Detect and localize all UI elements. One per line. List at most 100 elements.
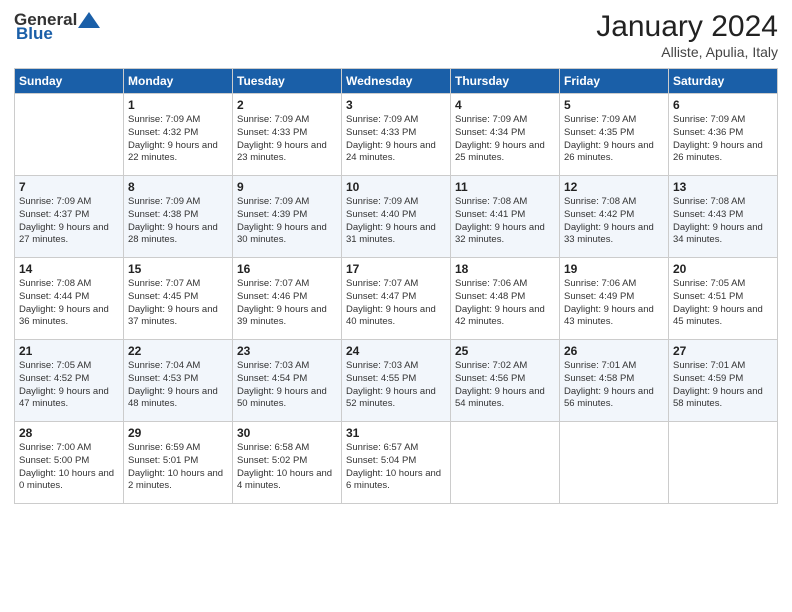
calendar-cell: 21Sunrise: 7:05 AMSunset: 4:52 PMDayligh… (15, 340, 124, 422)
logo-blue: Blue (16, 24, 53, 44)
title-area: January 2024 Alliste, Apulia, Italy (596, 10, 778, 60)
header: General Blue January 2024 Alliste, Apuli… (14, 10, 778, 60)
calendar-cell: 5Sunrise: 7:09 AMSunset: 4:35 PMDaylight… (560, 94, 669, 176)
cell-date: 6 (673, 98, 773, 112)
cell-info: Sunrise: 7:09 AMSunset: 4:33 PMDaylight:… (346, 114, 446, 165)
calendar-cell: 15Sunrise: 7:07 AMSunset: 4:45 PMDayligh… (124, 258, 233, 340)
calendar-cell: 27 Sunrise: 7:01 AMSunset: 4:59 PMDayligh… (669, 340, 778, 422)
cell-info: Sunrise: 7:01 AMSunset: 4:59 PMDaylight:… (673, 360, 773, 411)
cell-info: Sunrise: 6:59 AMSunset: 5:01 PMDaylight:… (128, 442, 228, 493)
cell-info: Sunrise: 7:09 AMSunset: 4:33 PMDaylight:… (237, 114, 337, 165)
cell-info: Sunrise: 7:01 AMSunset: 4:58 PMDaylight:… (564, 360, 664, 411)
cell-info: Sunrise: 7:08 AMSunset: 4:43 PMDaylight:… (673, 196, 773, 247)
cell-date: 8 (128, 180, 228, 194)
cell-date: 23 (237, 344, 337, 358)
calendar-cell: 14 Sunrise: 7:08 AMSunset: 4:44 PMDayligh… (15, 258, 124, 340)
cell-date: 5 (564, 98, 664, 112)
cell-info: Sunrise: 7:05 AMSunset: 4:51 PMDaylight:… (673, 278, 773, 329)
calendar-cell: 6Sunrise: 7:09 AMSunset: 4:36 PMDaylight… (669, 94, 778, 176)
cell-info: Sunrise: 7:07 AMSunset: 4:46 PMDaylight:… (237, 278, 337, 329)
calendar-cell: 3 Sunrise: 7:09 AMSunset: 4:33 PMDaylight… (342, 94, 451, 176)
cell-info: Sunrise: 7:09 AMSunset: 4:38 PMDaylight:… (128, 196, 228, 247)
cell-date: 3 (346, 98, 446, 112)
month-title: January 2024 (596, 10, 778, 44)
cell-date: 29 (128, 426, 228, 440)
calendar-cell: 7 Sunrise: 7:09 AMSunset: 4:37 PMDaylight… (15, 176, 124, 258)
cell-info: Sunrise: 7:08 AMSunset: 4:42 PMDaylight:… (564, 196, 664, 247)
week-row-1: 1 Sunrise: 7:09 AMSunset: 4:32 PMDaylight… (15, 94, 778, 176)
cell-info: Sunrise: 7:05 AMSunset: 4:52 PMDaylight:… (19, 360, 119, 411)
calendar-cell: 22Sunrise: 7:04 AMSunset: 4:53 PMDayligh… (124, 340, 233, 422)
week-row-2: 7 Sunrise: 7:09 AMSunset: 4:37 PMDaylight… (15, 176, 778, 258)
calendar-cell: 12 Sunrise: 7:08 AMSunset: 4:42 PMDayligh… (560, 176, 669, 258)
day-header-wednesday: Wednesday (342, 69, 451, 94)
day-header-thursday: Thursday (451, 69, 560, 94)
cell-info: Sunrise: 6:57 AMSunset: 5:04 PMDaylight:… (346, 442, 446, 493)
calendar-cell: 23 Sunrise: 7:03 AMSunset: 4:54 PMDayligh… (233, 340, 342, 422)
calendar-table: SundayMondayTuesdayWednesdayThursdayFrid… (14, 68, 778, 504)
cell-info: Sunrise: 7:09 AMSunset: 4:32 PMDaylight:… (128, 114, 228, 165)
cell-date: 31 (346, 426, 446, 440)
calendar-cell: 9 Sunrise: 7:09 AMSunset: 4:39 PMDaylight… (233, 176, 342, 258)
calendar-cell: 29 Sunrise: 6:59 AMSunset: 5:01 PMDayligh… (124, 422, 233, 504)
calendar-cell: 17Sunrise: 7:07 AMSunset: 4:47 PMDayligh… (342, 258, 451, 340)
cell-date: 22 (128, 344, 228, 358)
cell-date: 11 (455, 180, 555, 194)
calendar-cell: 13 Sunrise: 7:08 AMSunset: 4:43 PMDayligh… (669, 176, 778, 258)
day-header-friday: Friday (560, 69, 669, 94)
header-row: SundayMondayTuesdayWednesdayThursdayFrid… (15, 69, 778, 94)
cell-date: 27 (673, 344, 773, 358)
cell-date: 25 (455, 344, 555, 358)
calendar-cell: 20Sunrise: 7:05 AMSunset: 4:51 PMDayligh… (669, 258, 778, 340)
cell-info: Sunrise: 7:06 AMSunset: 4:49 PMDaylight:… (564, 278, 664, 329)
calendar-cell (451, 422, 560, 504)
calendar-cell (560, 422, 669, 504)
cell-info: Sunrise: 7:06 AMSunset: 4:48 PMDaylight:… (455, 278, 555, 329)
week-row-5: 28Sunrise: 7:00 AMSunset: 5:00 PMDayligh… (15, 422, 778, 504)
cell-info: Sunrise: 7:08 AMSunset: 4:44 PMDaylight:… (19, 278, 119, 329)
calendar-cell: 30 Sunrise: 6:58 AMSunset: 5:02 PMDayligh… (233, 422, 342, 504)
calendar-cell (669, 422, 778, 504)
cell-info: Sunrise: 7:09 AMSunset: 4:37 PMDaylight:… (19, 196, 119, 247)
cell-info: Sunrise: 7:03 AMSunset: 4:54 PMDaylight:… (237, 360, 337, 411)
calendar-cell: 25 Sunrise: 7:02 AMSunset: 4:56 PMDayligh… (451, 340, 560, 422)
calendar-cell: 8 Sunrise: 7:09 AMSunset: 4:38 PMDaylight… (124, 176, 233, 258)
cell-date: 10 (346, 180, 446, 194)
cell-info: Sunrise: 7:07 AMSunset: 4:45 PMDaylight:… (128, 278, 228, 329)
cell-date: 26 (564, 344, 664, 358)
cell-date: 16 (237, 262, 337, 276)
cell-info: Sunrise: 7:09 AMSunset: 4:34 PMDaylight:… (455, 114, 555, 165)
cell-date: 19 (564, 262, 664, 276)
calendar-cell: 10 Sunrise: 7:09 AMSunset: 4:40 PMDayligh… (342, 176, 451, 258)
cell-date: 24 (346, 344, 446, 358)
cell-date: 12 (564, 180, 664, 194)
calendar-cell: 2Sunrise: 7:09 AMSunset: 4:33 PMDaylight… (233, 94, 342, 176)
logo-icon (78, 10, 100, 30)
calendar-cell: 16 Sunrise: 7:07 AMSunset: 4:46 PMDayligh… (233, 258, 342, 340)
calendar-cell: 31 Sunrise: 6:57 AMSunset: 5:04 PMDayligh… (342, 422, 451, 504)
cell-date: 9 (237, 180, 337, 194)
cell-info: Sunrise: 7:00 AMSunset: 5:00 PMDaylight:… (19, 442, 119, 493)
cell-date: 7 (19, 180, 119, 194)
cell-info: Sunrise: 7:08 AMSunset: 4:41 PMDaylight:… (455, 196, 555, 247)
cell-info: Sunrise: 7:07 AMSunset: 4:47 PMDaylight:… (346, 278, 446, 329)
calendar-cell: 24 Sunrise: 7:03 AMSunset: 4:55 PMDayligh… (342, 340, 451, 422)
cell-info: Sunrise: 7:09 AMSunset: 4:39 PMDaylight:… (237, 196, 337, 247)
calendar-cell (15, 94, 124, 176)
cell-info: Sunrise: 6:58 AMSunset: 5:02 PMDaylight:… (237, 442, 337, 493)
calendar-cell: 26 Sunrise: 7:01 AMSunset: 4:58 PMDayligh… (560, 340, 669, 422)
cell-info: Sunrise: 7:09 AMSunset: 4:40 PMDaylight:… (346, 196, 446, 247)
cell-date: 13 (673, 180, 773, 194)
logo: General Blue (14, 10, 101, 44)
cell-info: Sunrise: 7:02 AMSunset: 4:56 PMDaylight:… (455, 360, 555, 411)
cell-date: 14 (19, 262, 119, 276)
cell-date: 4 (455, 98, 555, 112)
calendar-cell: 11 Sunrise: 7:08 AMSunset: 4:41 PMDayligh… (451, 176, 560, 258)
cell-date: 18 (455, 262, 555, 276)
cell-date: 1 (128, 98, 228, 112)
day-header-tuesday: Tuesday (233, 69, 342, 94)
cell-date: 30 (237, 426, 337, 440)
calendar-cell: 18 Sunrise: 7:06 AMSunset: 4:48 PMDayligh… (451, 258, 560, 340)
calendar-cell: 4 Sunrise: 7:09 AMSunset: 4:34 PMDaylight… (451, 94, 560, 176)
cell-info: Sunrise: 7:03 AMSunset: 4:55 PMDaylight:… (346, 360, 446, 411)
